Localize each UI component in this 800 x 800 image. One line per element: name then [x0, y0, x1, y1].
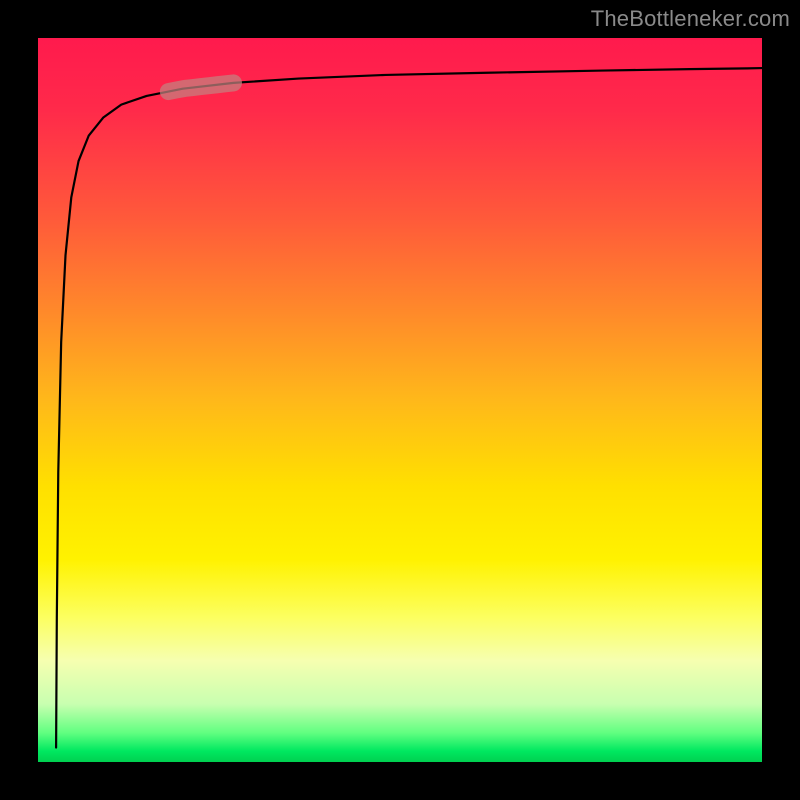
plot-area [38, 38, 762, 762]
curve-svg [38, 38, 762, 762]
chart-stage: TheBottleneker.com [0, 0, 800, 800]
bottleneck-curve [56, 68, 762, 747]
highlight-segment [168, 83, 233, 92]
watermark-text: TheBottleneker.com [591, 6, 790, 32]
